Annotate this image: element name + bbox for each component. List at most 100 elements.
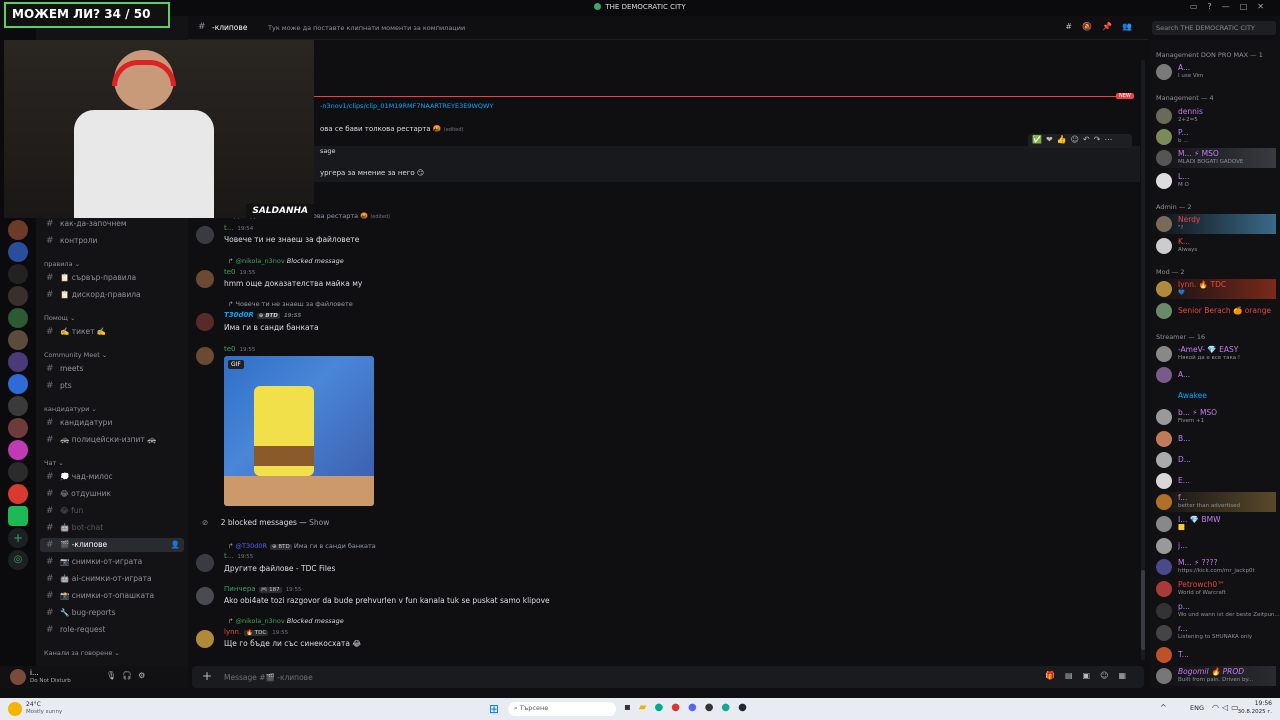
more-icon[interactable]: ⋯	[1104, 135, 1116, 144]
mute-icon[interactable]: 🔕	[1082, 22, 1102, 31]
avatar[interactable]	[10, 669, 26, 685]
gif-icon[interactable]: ▤	[1065, 671, 1083, 680]
channel-item[interactable]: # 🤖 bot-chat	[40, 521, 184, 535]
member-item[interactable]: K... Always	[1156, 236, 1276, 256]
member-item[interactable]: b... ⚡ MSO Fivem +1	[1156, 407, 1276, 427]
member-item[interactable]: L... М О	[1156, 171, 1276, 191]
headphones-icon[interactable]: 🎧	[122, 671, 138, 680]
inbox-icon[interactable]: ▭	[1190, 2, 1208, 11]
server-icon[interactable]	[8, 242, 28, 262]
member-item[interactable]: B...	[1156, 429, 1276, 449]
channel-item[interactable]: # 💭 чад-милос	[40, 470, 184, 484]
server-icon[interactable]	[8, 418, 28, 438]
reply-preview[interactable]: ↱ @nikola_n3nov Blocked message	[228, 257, 344, 265]
steam-icon[interactable]: ●	[738, 702, 755, 713]
member-item[interactable]: j...	[1156, 536, 1276, 556]
channel-item[interactable]: # 🚓 полицейски-изпит 🚓	[40, 433, 184, 447]
settings-icon[interactable]: ⚙	[138, 671, 151, 680]
server-icon[interactable]	[8, 462, 28, 482]
message-author[interactable]: te0 19:55	[224, 345, 255, 353]
minimize-button[interactable]: —	[1222, 2, 1240, 11]
add-server-icon[interactable]: +	[8, 528, 28, 548]
close-button[interactable]: ✕	[1257, 2, 1274, 11]
server-icon[interactable]	[8, 220, 28, 240]
server-icon[interactable]	[8, 440, 28, 460]
member-item[interactable]: Senior Berach 🍊 orange	[1156, 301, 1276, 321]
category-header[interactable]: кандидатури ⌄	[44, 405, 97, 413]
member-item[interactable]: E...	[1156, 471, 1276, 491]
discord-icon[interactable]: ●	[688, 702, 705, 713]
clock-date[interactable]: 30.8.2025 г.	[1236, 709, 1272, 715]
server-icon[interactable]	[8, 374, 28, 394]
category-header[interactable]: Чат ⌄	[44, 459, 64, 467]
server-icon[interactable]	[8, 352, 28, 372]
server-icon[interactable]	[8, 308, 28, 328]
show-blocked-link[interactable]: Show	[309, 518, 329, 527]
server-icon[interactable]	[8, 264, 28, 284]
channel-item[interactable]: # 🔧 bug-reports	[40, 606, 184, 620]
channel-item[interactable]: # 🤖 ai-снимки-от-играта	[40, 572, 184, 586]
reply-preview[interactable]: ↱ Човече ти не знаеш за файловете	[228, 300, 353, 308]
avatar[interactable]	[196, 226, 214, 244]
message-author[interactable]: t... 19:55	[224, 552, 253, 560]
reply-icon[interactable]: ↶	[1083, 135, 1094, 144]
message-author[interactable]: lynn. 🔥 TDC 19:55	[224, 628, 288, 636]
avatar[interactable]	[196, 270, 214, 288]
channel-item[interactable]: # 📸 снимки-от-опашката	[40, 589, 184, 603]
microphone-icon[interactable]: 🎙	[106, 671, 122, 680]
clock-time[interactable]: 19:56	[1244, 700, 1272, 707]
file-explorer-icon[interactable]: ▪	[624, 702, 639, 713]
member-item[interactable]: A...	[1156, 365, 1276, 385]
add-attachment-icon[interactable]: +	[202, 669, 212, 683]
channel-item[interactable]: # meets	[40, 362, 184, 376]
folder-icon[interactable]: ▰	[639, 702, 655, 713]
channel-item[interactable]: # role-request	[40, 623, 184, 637]
member-item[interactable]: Awakee	[1156, 386, 1276, 406]
reply-preview[interactable]: ↱ @nikola_n3nov Blocked message	[228, 617, 344, 625]
reaction-heart-icon[interactable]: ❤	[1046, 135, 1057, 144]
member-item[interactable]: Nerdy "?	[1156, 214, 1276, 234]
message-author[interactable]: Пинчера 🎮 187 19:55	[224, 585, 302, 593]
help-icon[interactable]: ?	[1207, 2, 1221, 11]
member-item[interactable]: M... ⚡ MSO MLADI BOGATI GADOVE	[1156, 148, 1276, 168]
gift-icon[interactable]: 🎁	[1045, 671, 1065, 680]
avatar[interactable]	[196, 554, 214, 572]
member-item[interactable]: I... 💎 BMW 🟨	[1156, 514, 1276, 534]
kick-icon[interactable]	[8, 506, 28, 526]
category-header[interactable]: Помощ ⌄	[44, 314, 75, 322]
reaction-thumb-icon[interactable]: 👍	[1057, 135, 1071, 144]
add-reaction-icon[interactable]: ☺	[1071, 135, 1083, 144]
forward-icon[interactable]: ↷	[1094, 135, 1105, 144]
language-indicator[interactable]: ENG	[1190, 704, 1204, 712]
server-icon[interactable]	[8, 286, 28, 306]
add-member-icon[interactable]: 👤	[171, 538, 180, 552]
search-input[interactable]: Search THE DEMOCRATIC CITY	[1152, 21, 1276, 35]
member-item[interactable]: f... better than advertised	[1156, 492, 1276, 512]
member-item[interactable]: D...	[1156, 450, 1276, 470]
volume-icon[interactable]: ◁	[1222, 703, 1231, 712]
chrome-icon[interactable]: ●	[671, 702, 688, 713]
server-icon[interactable]	[8, 484, 28, 504]
channel-item[interactable]: # контроли	[40, 234, 184, 248]
member-item[interactable]: -AmeV- 💎 EASY Някой да е все така !	[1156, 344, 1276, 364]
edge-icon[interactable]: ●	[654, 702, 671, 713]
chevron-up-icon[interactable]: ^	[1160, 703, 1170, 712]
apps-icon[interactable]: ▦	[1118, 671, 1136, 680]
members-icon[interactable]: 👥	[1122, 22, 1142, 31]
message-input[interactable]: Message #🎬 -клипове	[224, 673, 313, 682]
category-header[interactable]: Community Meet ⌄	[44, 351, 107, 359]
avatar[interactable]	[196, 313, 214, 331]
avatar[interactable]	[196, 347, 214, 365]
wifi-icon[interactable]: ◠	[1212, 703, 1222, 712]
channel-item[interactable]: # ✍️ тикет ✍️	[40, 325, 184, 339]
channel-item[interactable]: # 📋 дискорд-правила	[40, 288, 184, 302]
gif-attachment[interactable]: GIF	[224, 356, 374, 506]
avatar[interactable]	[196, 587, 214, 605]
member-item[interactable]: dennis 2+2=5	[1156, 106, 1276, 126]
member-item[interactable]: r... Listening to SHUNAKA only	[1156, 623, 1276, 643]
category-header[interactable]: Канали за говорене ⌄	[44, 649, 120, 657]
threads-icon[interactable]: #	[1065, 22, 1082, 31]
scrollbar-thumb[interactable]	[1141, 570, 1145, 650]
channel-item[interactable]: # 😂 отдушник	[40, 487, 184, 501]
message-composer[interactable]: + Message #🎬 -клипове 🎁▤▣☺▦	[192, 666, 1144, 688]
